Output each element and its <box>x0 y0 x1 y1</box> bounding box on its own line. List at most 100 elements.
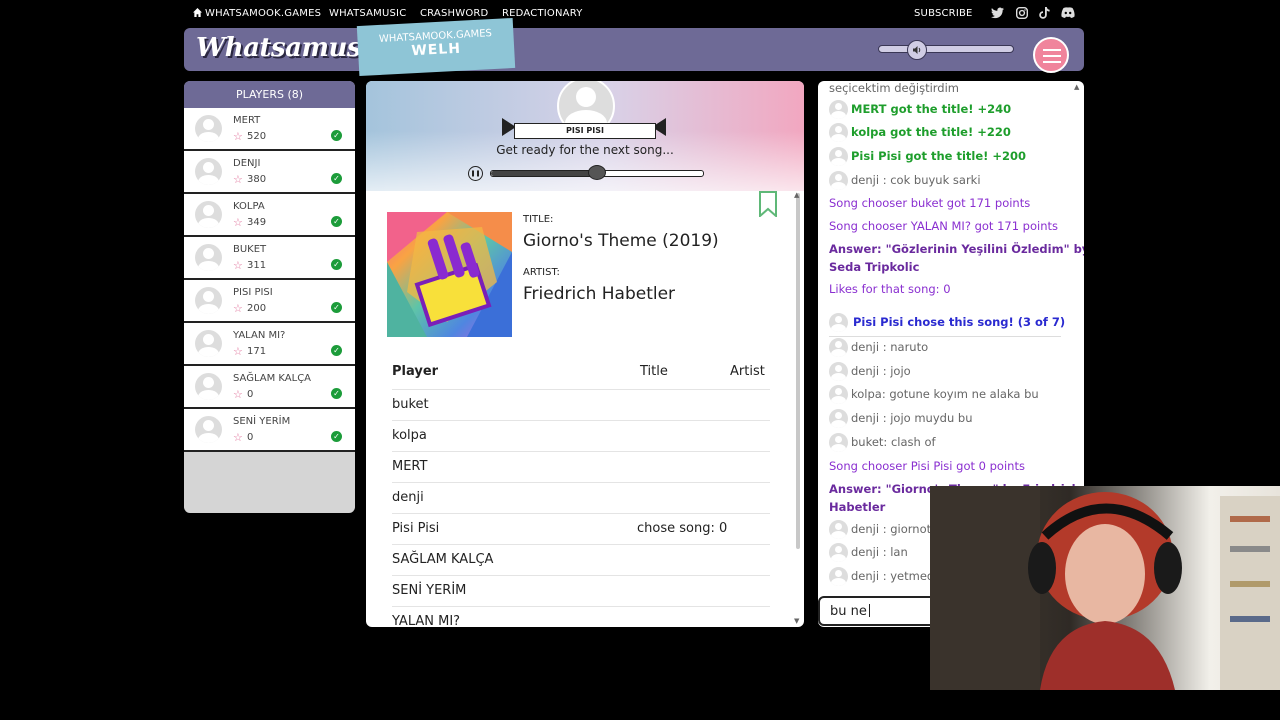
scroll-up-icon[interactable]: ▲ <box>794 191 799 199</box>
game-panel: PISI PISI Get ready for the next song...… <box>366 81 804 627</box>
avatar <box>829 409 848 428</box>
player-row[interactable]: YALAN MI? ☆ 171 ✓ <box>184 323 355 366</box>
table-row: YALAN MI? <box>392 606 770 627</box>
avatar <box>829 433 848 452</box>
chat-scroll-up-icon[interactable]: ▲ <box>1074 83 1079 91</box>
player-row[interactable]: DENJI ☆ 380 ✓ <box>184 151 355 194</box>
player-score: 0 <box>247 389 254 400</box>
chat-message: Pisi Pisi got the title! +200 <box>851 149 1027 163</box>
chat-message: Habetler <box>829 500 886 514</box>
chat-message: Likes for that song: 0 <box>829 282 951 296</box>
song-progress-fill <box>491 171 597 176</box>
check-icon: ✓ <box>331 388 342 399</box>
check-icon: ✓ <box>331 173 342 184</box>
star-icon: ☆ <box>233 345 243 358</box>
chat-message: denji : giornot <box>851 522 932 536</box>
player-row[interactable]: MERT ☆ 520 ✓ <box>184 108 355 151</box>
tiktok-icon[interactable] <box>1037 7 1051 21</box>
star-icon: ☆ <box>233 216 243 229</box>
player-row[interactable]: SAĞLAM KALÇA ☆ 0 ✓ <box>184 366 355 409</box>
avatar <box>195 158 222 185</box>
volume-slider[interactable] <box>878 45 1014 53</box>
player-name: MERT <box>233 115 261 126</box>
star-icon: ☆ <box>233 259 243 272</box>
volume-icon[interactable] <box>906 40 927 60</box>
check-icon: ✓ <box>331 259 342 270</box>
avatar <box>829 313 848 332</box>
chat-message: denji : cok buyuk sarki <box>851 173 981 187</box>
table-row: MERT <box>392 451 770 483</box>
twitter-icon[interactable] <box>990 7 1004 21</box>
avatar <box>829 147 848 166</box>
table-row: kolpa <box>392 420 770 452</box>
chat-message: buket: clash of <box>851 435 936 449</box>
menu-icon <box>1043 49 1061 51</box>
nav-home-link[interactable]: WHATSAMOOK.GAMES <box>193 8 321 19</box>
avatar <box>829 171 848 190</box>
scrollbar[interactable] <box>796 193 800 549</box>
chat-message: seçicektim değiştirdim <box>829 81 959 95</box>
avatar <box>829 520 848 539</box>
chat-divider <box>829 336 1061 337</box>
nav-link-crashword[interactable]: CRASHWORD <box>420 8 488 19</box>
player-score: 311 <box>247 260 267 271</box>
player-name: SENİ YERİM <box>233 416 291 427</box>
bookmark-icon[interactable] <box>758 191 777 219</box>
avatar <box>195 330 222 357</box>
avatar <box>195 115 222 142</box>
pause-icon[interactable]: ❚❚ <box>468 166 483 181</box>
player-row[interactable]: SENİ YERİM ☆ 0 ✓ <box>184 409 355 452</box>
row-player: denji <box>392 490 424 505</box>
player-score: 380 <box>247 174 267 185</box>
player-score: 0 <box>247 432 254 443</box>
avatar <box>829 385 848 404</box>
nav-link-whatsamusic[interactable]: WHATSAMUSIC <box>329 8 406 19</box>
star-icon: ☆ <box>233 130 243 143</box>
chat-message: Seda Tripkolic <box>829 260 920 274</box>
player-score: 200 <box>247 303 267 314</box>
nav-home-label: WHATSAMOOK.GAMES <box>205 8 322 19</box>
avatar <box>829 338 848 357</box>
text-caret <box>868 604 870 617</box>
song-title: Giorno's Theme (2019) <box>523 231 719 251</box>
player-name: DENJI <box>233 158 261 169</box>
menu-button[interactable] <box>1033 37 1069 73</box>
chooser-name: PISI PISI <box>514 123 656 139</box>
check-icon: ✓ <box>331 216 342 227</box>
player-row[interactable]: BUKET ☆ 311 ✓ <box>184 237 355 280</box>
avatar <box>195 416 222 443</box>
menu-icon-bar <box>1043 61 1061 63</box>
star-icon: ☆ <box>233 173 243 186</box>
nav-link-redactionary[interactable]: REDACTIONARY <box>502 8 583 19</box>
avatar <box>829 362 848 381</box>
player-row[interactable]: PISI PISI ☆ 200 ✓ <box>184 280 355 323</box>
chat-message: Song chooser YALAN MI? got 171 points <box>829 219 1059 233</box>
subscribe-link[interactable]: SUBSCRIBE <box>914 8 973 19</box>
player-name: SAĞLAM KALÇA <box>233 373 312 384</box>
timer-icon <box>588 165 606 180</box>
avatar <box>195 201 222 228</box>
player-name: BUKET <box>233 244 267 255</box>
round-status: Get ready for the next song... <box>496 143 674 157</box>
discord-icon[interactable] <box>1061 7 1075 21</box>
row-note: chose song: 0 <box>637 521 728 536</box>
row-player: Pisi Pisi <box>392 521 440 536</box>
instagram-icon[interactable] <box>1015 6 1029 21</box>
check-icon: ✓ <box>331 431 342 442</box>
round-header-fade <box>366 131 804 191</box>
chat-message: denji : yetmedi <box>851 569 938 583</box>
table-row: buket <box>392 389 770 421</box>
player-name: PISI PISI <box>233 287 273 298</box>
star-icon: ☆ <box>233 302 243 315</box>
chat-message: MERT got the title! +240 <box>851 102 1012 116</box>
row-player: YALAN MI? <box>392 614 461 627</box>
scroll-down-icon[interactable]: ▼ <box>794 617 799 625</box>
chat-message: kolpa got the title! +220 <box>851 125 1011 139</box>
player-row[interactable]: KOLPA ☆ 349 ✓ <box>184 194 355 237</box>
row-player: kolpa <box>392 428 427 443</box>
player-score: 349 <box>247 217 267 228</box>
chat-message: kolpa: gotune koyım ne alaka bu <box>851 387 1039 401</box>
chat-message: Answer: "Gözlerinin Yeşilini Özledim" by <box>829 242 1084 256</box>
game-code-tag: WHATSAMOOK.GAMES WELH <box>356 17 516 77</box>
players-panel: PLAYERS (8) MERT ☆ 520 ✓ DENJI ☆ 380 ✓ K… <box>184 81 355 513</box>
